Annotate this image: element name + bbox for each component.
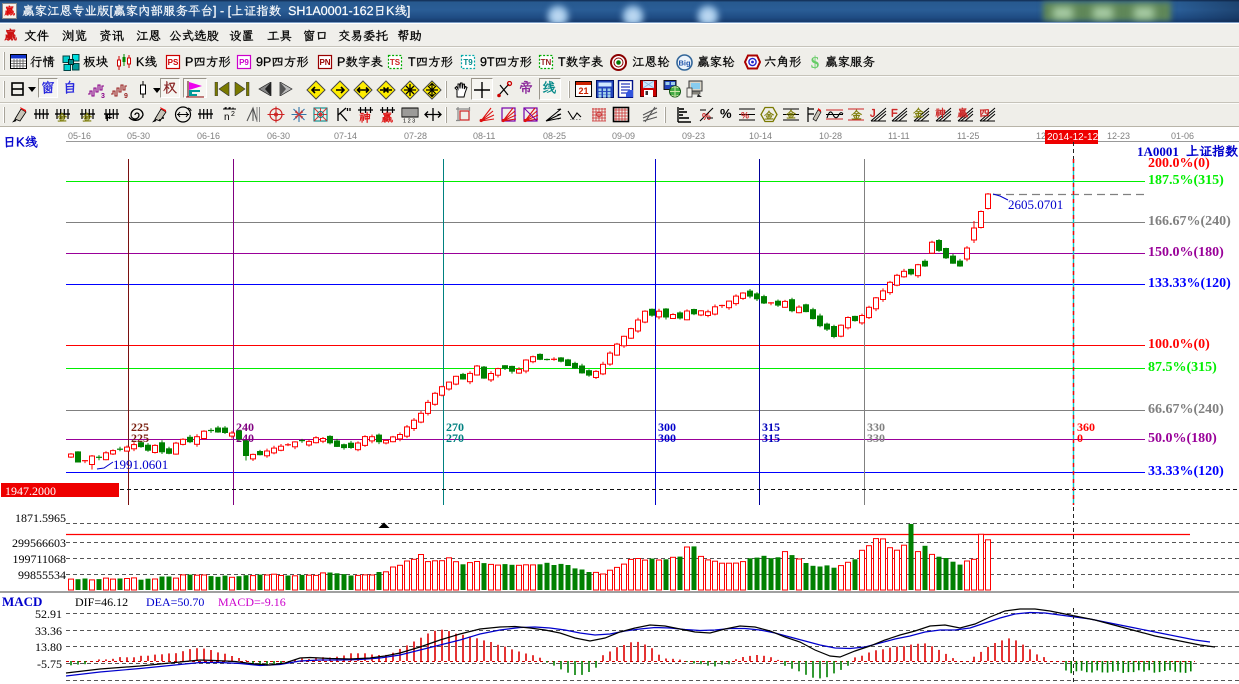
svg-text:P9: P9 — [239, 58, 249, 67]
svg-text:Big: Big — [678, 59, 691, 68]
svg-text:9: 9 — [124, 93, 128, 99]
svg-text:3: 3 — [101, 93, 105, 99]
svg-text:$: $ — [811, 54, 820, 71]
svg-text:PN: PN — [319, 58, 330, 67]
svg-text:21: 21 — [578, 86, 588, 96]
svg-text:TN: TN — [541, 58, 552, 67]
svg-text:T9: T9 — [463, 58, 473, 67]
svg-text:TS: TS — [390, 58, 401, 67]
svg-text:PS: PS — [168, 58, 179, 67]
